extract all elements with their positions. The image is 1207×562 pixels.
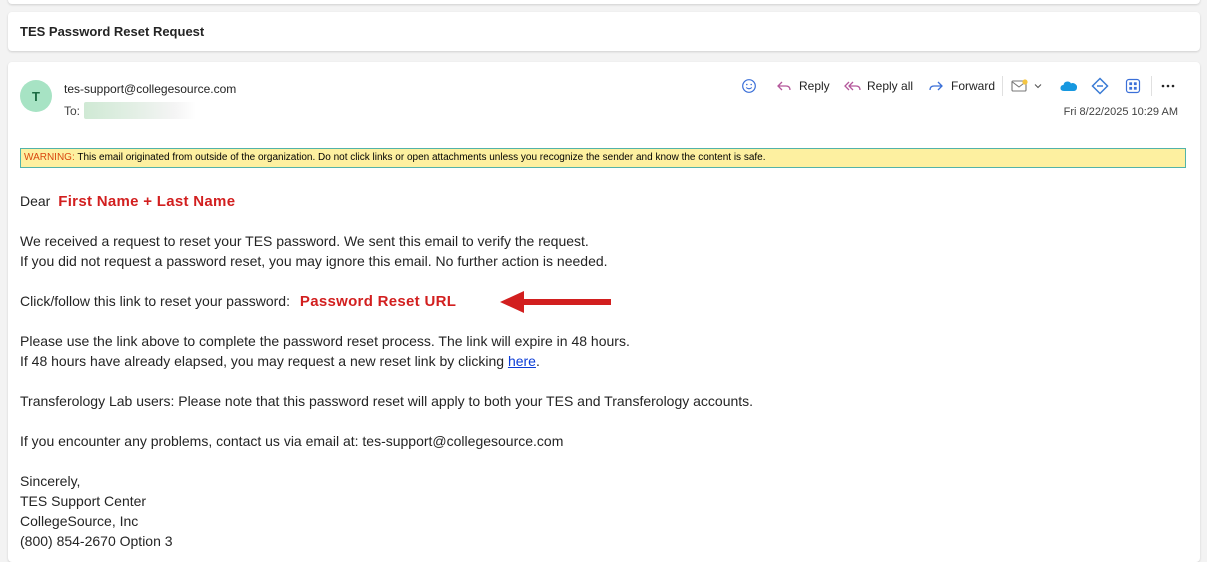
link-prompt: Click/follow this link to reset your pas… [20, 293, 290, 309]
reply-button[interactable]: Reply [776, 75, 830, 97]
body-paragraph: We received a request to reset your TES … [20, 233, 589, 249]
reset-link-line: Click/follow this link to reset your pas… [20, 293, 456, 310]
reply-all-button[interactable]: Reply all [844, 75, 913, 97]
salesforce-addin-button[interactable] [1059, 75, 1079, 97]
warning-text: This email originated from outside of th… [74, 152, 766, 163]
diamond-link-icon [1091, 77, 1109, 95]
body-paragraph: If 48 hours have already elapsed, you ma… [20, 353, 540, 369]
redacted-recipient [84, 102, 196, 119]
forward-button[interactable]: Forward [928, 75, 995, 97]
name-placeholder: First Name + Last Name [58, 193, 236, 210]
body-paragraph: If you did not request a password reset,… [20, 253, 608, 269]
paragraph-text: If 48 hours have already elapsed, you ma… [20, 353, 508, 369]
paragraph-text: . [535, 353, 540, 369]
more-horizontal-icon [1161, 84, 1175, 88]
signature-line: (800) 854-2670 Option 3 [20, 533, 173, 549]
body-paragraph: If you encounter any problems, contact u… [20, 433, 564, 449]
toolbar-divider [1002, 76, 1003, 96]
emoji-reaction-button[interactable] [741, 75, 757, 97]
reply-label: Reply [799, 79, 830, 93]
message-date: Fri 8/22/2025 10:29 AM [1063, 106, 1178, 118]
to-label: To: [64, 104, 81, 118]
previous-message-card [8, 0, 1200, 4]
email-subject: TES Password Reset Request [20, 24, 205, 39]
reply-icon [777, 81, 791, 91]
addin-diamond-button[interactable] [1091, 75, 1109, 97]
reply-all-icon [844, 81, 861, 91]
signature-line: CollegeSource, Inc [20, 513, 139, 529]
signature-line: Sincerely, [20, 473, 81, 489]
warning-label: WARNING: [24, 152, 75, 163]
subject-header: TES Password Reset Request [8, 12, 1200, 51]
body-paragraph: Please use the link above to complete th… [20, 333, 630, 349]
reply-all-label: Reply all [867, 79, 914, 93]
forward-label: Forward [951, 79, 996, 93]
body-paragraph: Transferology Lab users: Please note tha… [20, 393, 754, 409]
apps-button[interactable] [1125, 75, 1141, 97]
forward-icon [929, 81, 943, 91]
arrow-left-icon [500, 291, 611, 313]
message-card: T tes-support@collegesource.com To: Repl… [8, 62, 1200, 562]
external-sender-warning: WARNING: This email originated from outs… [20, 148, 1186, 168]
smiley-icon [742, 79, 756, 93]
envelope-icon [1011, 79, 1028, 92]
mark-unread-menu-button[interactable] [1011, 75, 1043, 97]
here-link[interactable]: here [508, 353, 536, 369]
more-actions-button[interactable] [1160, 75, 1176, 97]
chevron-down-icon [1034, 84, 1042, 89]
greeting: Dear [20, 193, 51, 209]
greeting-line: Dear First Name + Last Name [20, 193, 235, 210]
apps-grid-icon [1125, 78, 1141, 94]
toolbar-divider [1151, 76, 1152, 96]
reset-url-placeholder: Password Reset URL [299, 293, 457, 310]
message-toolbar: Reply Reply all Forward [8, 75, 1200, 97]
signature-line: TES Support Center [20, 493, 147, 509]
salesforce-cloud-icon [1060, 81, 1078, 91]
